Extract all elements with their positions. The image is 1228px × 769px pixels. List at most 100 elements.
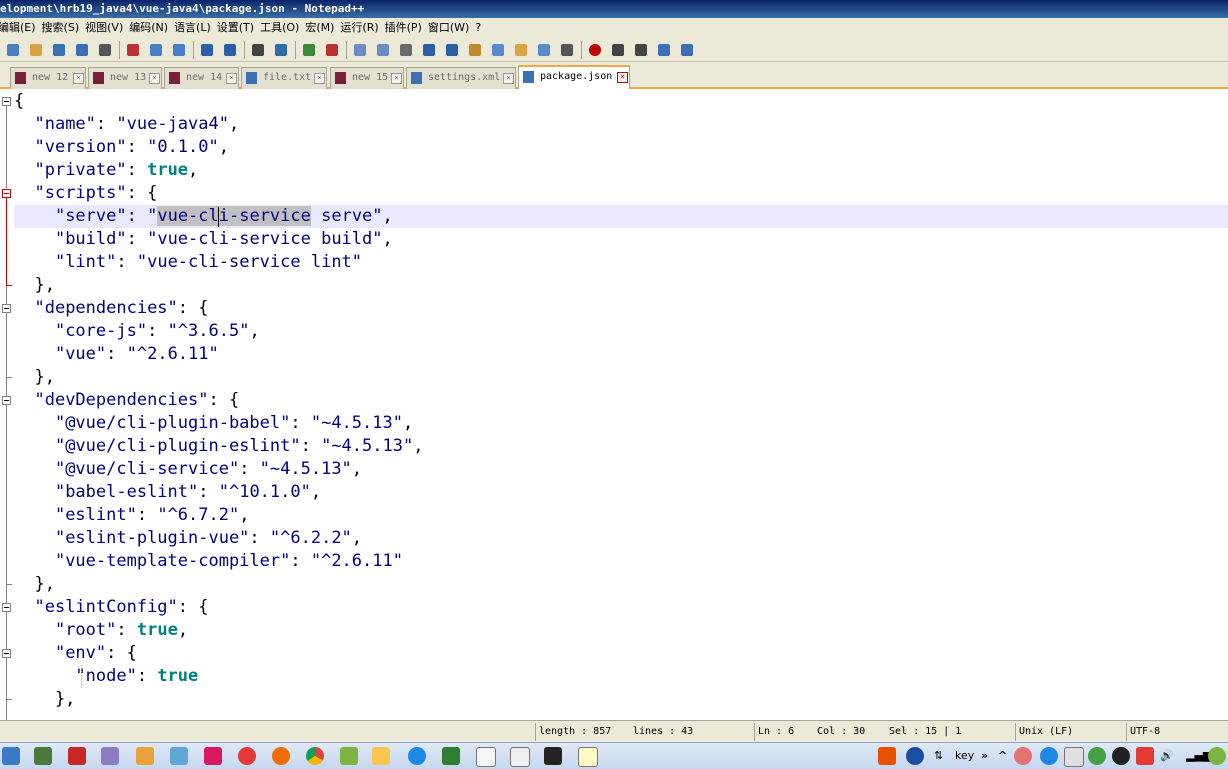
tab-close-icon[interactable]: × — [391, 73, 402, 84]
code-editor[interactable]: { "name": "vue-java4", "version": "0.1.0… — [0, 89, 1228, 720]
desktop-icon[interactable] — [2, 747, 20, 765]
app-icon-10[interactable] — [442, 747, 460, 765]
code-line[interactable]: "@vue/cli-plugin-babel": "~4.5.13", — [14, 412, 413, 435]
menu-item-10[interactable]: 窗口(W) — [428, 18, 475, 38]
app-icon-6[interactable] — [204, 747, 222, 765]
monitor-icon[interactable] — [535, 41, 553, 59]
wechat-icon[interactable] — [1088, 747, 1106, 765]
notepadpp-taskbar-icon[interactable] — [578, 747, 598, 767]
code-line[interactable]: "eslint": "^6.7.2", — [14, 504, 250, 527]
fold-toggle-icon[interactable] — [2, 97, 11, 106]
code-line[interactable]: "root": true, — [14, 619, 188, 642]
copy-icon[interactable] — [147, 41, 165, 59]
folder-workspace-icon[interactable] — [512, 41, 530, 59]
replace-icon[interactable] — [272, 41, 290, 59]
app-icon-5[interactable] — [170, 747, 188, 765]
new-file-icon[interactable] — [4, 41, 22, 59]
sync-vertical-icon[interactable] — [351, 41, 369, 59]
tray-icon-1[interactable] — [1014, 747, 1032, 765]
cmd-icon[interactable] — [544, 747, 562, 765]
tab-package-json[interactable]: package.json × — [518, 65, 630, 89]
tray-chevron-icon[interactable]: » — [981, 747, 988, 765]
save-icon[interactable] — [50, 41, 68, 59]
menu-item-6[interactable]: 工具(O) — [260, 18, 305, 38]
menu-item-0[interactable]: 编辑(E) — [0, 18, 42, 38]
fold-toggle-icon[interactable] — [2, 649, 11, 658]
find-icon[interactable] — [249, 41, 267, 59]
code-line[interactable]: "lint": "vue-cli-service lint" — [14, 251, 362, 274]
tab-settings-xml[interactable]: settings.xml × — [406, 67, 516, 89]
help-icon[interactable] — [906, 747, 924, 765]
menu-item-8[interactable]: 运行(R) — [340, 18, 384, 38]
firefox-icon[interactable] — [272, 747, 290, 765]
code-line[interactable]: "env": { — [14, 642, 137, 665]
app-icon-7[interactable] — [238, 747, 256, 765]
code-line[interactable]: "eslint-plugin-vue": "^6.2.2", — [14, 527, 362, 550]
tab-new-13[interactable]: new 13 × — [88, 67, 162, 89]
fold-toggle-icon[interactable] — [2, 603, 11, 612]
code-line[interactable]: "eslintConfig": { — [14, 596, 208, 619]
ime-icon[interactable] — [878, 747, 896, 765]
play-macro-icon[interactable] — [632, 41, 650, 59]
app-icon-4[interactable] — [136, 747, 154, 765]
code-line[interactable]: "babel-eslint": "^10.1.0", — [14, 481, 321, 504]
code-line[interactable]: "dependencies": { — [14, 297, 208, 320]
zoom-in-icon[interactable] — [300, 41, 318, 59]
eye-icon[interactable] — [558, 41, 576, 59]
stop-macro-icon[interactable] — [609, 41, 627, 59]
app-icon-1[interactable] — [34, 747, 52, 765]
code-line[interactable]: "node": true — [14, 665, 198, 688]
function-list-icon[interactable] — [466, 41, 484, 59]
zoom-out-icon[interactable] — [323, 41, 341, 59]
paste-icon[interactable] — [170, 41, 188, 59]
code-line[interactable]: "build": "vue-cli-service build", — [14, 228, 393, 251]
code-line[interactable]: "serve": "vue-cli-service serve", — [14, 205, 393, 228]
tab-close-icon[interactable]: × — [226, 73, 237, 84]
fold-toggle-icon[interactable] — [2, 396, 11, 405]
print-icon[interactable] — [96, 41, 114, 59]
code-line[interactable]: "devDependencies": { — [14, 389, 239, 412]
word-wrap-icon[interactable] — [397, 41, 415, 59]
tray-caret-icon[interactable]: ^ — [998, 747, 1007, 765]
undo-icon[interactable] — [198, 41, 216, 59]
code-line[interactable]: "core-js": "^3.6.5", — [14, 320, 260, 343]
code-line[interactable]: { — [14, 90, 24, 113]
tray-icon-3[interactable] — [1064, 747, 1084, 767]
show-all-chars-icon[interactable] — [420, 41, 438, 59]
app-icon-2[interactable] — [68, 747, 86, 765]
menu-item-2[interactable]: 视图(V) — [85, 18, 129, 38]
tray-icon-5[interactable] — [1208, 747, 1226, 765]
code-line[interactable]: }, — [14, 366, 54, 389]
tray-arrows-icon[interactable]: ⇅ — [934, 747, 943, 765]
tab-close-icon[interactable]: × — [149, 73, 160, 84]
menu-item-9[interactable]: 插件(P) — [385, 18, 428, 38]
tray-icon-4[interactable] — [1136, 747, 1154, 765]
menu-item-5[interactable]: 设置(T) — [217, 18, 260, 38]
tab-close-icon[interactable]: × — [503, 73, 514, 84]
code-line[interactable]: "scripts": { — [14, 182, 157, 205]
code-line[interactable]: "@vue/cli-service": "~4.5.13", — [14, 458, 362, 481]
code-line[interactable]: "vue-template-compiler": "^2.6.11" — [14, 550, 403, 573]
menu-item-7[interactable]: 宏(M) — [305, 18, 340, 38]
status-eol[interactable]: Unix (LF) — [1015, 723, 1124, 741]
open-file-icon[interactable] — [27, 41, 45, 59]
save-all-icon[interactable] — [73, 41, 91, 59]
app-icon-12[interactable] — [510, 747, 530, 767]
doc-map-icon[interactable] — [489, 41, 507, 59]
tab-new-14[interactable]: new 14 × — [164, 67, 239, 89]
code-line[interactable]: "vue": "^2.6.11" — [14, 343, 219, 366]
tab-close-icon[interactable]: × — [73, 73, 84, 84]
tab-close-icon[interactable]: × — [314, 73, 325, 84]
code-line[interactable]: "@vue/cli-plugin-eslint": "~4.5.13", — [14, 435, 424, 458]
chrome-icon[interactable] — [306, 747, 324, 765]
tab-file-txt[interactable]: file.txt × — [241, 67, 327, 89]
tab-new-15[interactable]: new 15 × — [330, 67, 404, 89]
code-line[interactable]: "private": true, — [14, 159, 198, 182]
menu-item-4[interactable]: 语言(L) — [174, 18, 217, 38]
app-icon-9[interactable] — [408, 747, 426, 765]
status-encoding[interactable]: UTF-8 — [1126, 723, 1226, 741]
app-icon-8[interactable] — [340, 747, 358, 765]
record-macro-icon[interactable] — [586, 41, 604, 59]
redo-icon[interactable] — [221, 41, 239, 59]
indent-guide-icon[interactable] — [443, 41, 461, 59]
